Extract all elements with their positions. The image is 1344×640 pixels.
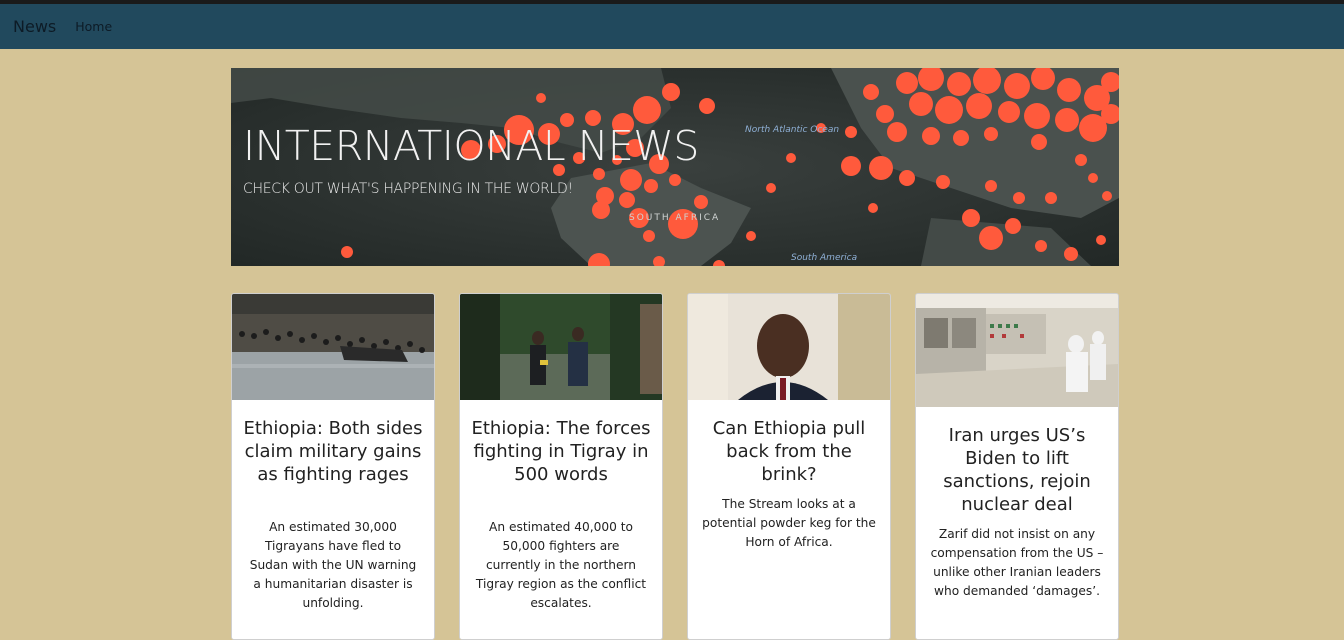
card-title[interactable]: Ethiopia: Both sides claim military gain…: [242, 417, 424, 486]
card-title[interactable]: Ethiopia: The forces fighting in Tigray …: [470, 417, 652, 486]
news-card[interactable]: Iran urges US’s Biden to lift sanctions,…: [915, 293, 1119, 640]
card-body: An estimated 40,000 to 50,000 fighters a…: [475, 520, 647, 610]
card-body: The Stream looks at a potential powder k…: [702, 497, 876, 549]
news-card[interactable]: Ethiopia: The forces fighting in Tigray …: [459, 293, 663, 640]
navbar: News Home: [0, 4, 1344, 49]
card-body: An estimated 30,000 Tigrayans have fled …: [249, 520, 417, 610]
map-label-north-atlantic: North Atlantic Ocean: [745, 125, 839, 135]
hero-title: INTERNATIONAL NEWS: [243, 122, 699, 170]
hero-banner: North Atlantic Ocean SOUTH AFRICA South …: [231, 68, 1119, 266]
card-title[interactable]: Can Ethiopia pull back from the brink?: [698, 417, 880, 486]
card-image-prime-minister: [688, 294, 890, 400]
card-image-officials: [460, 294, 662, 400]
navbar-brand[interactable]: News: [13, 17, 56, 36]
card-title[interactable]: Iran urges US’s Biden to lift sanctions,…: [926, 424, 1108, 516]
news-card[interactable]: Can Ethiopia pull back from the brink? T…: [687, 293, 891, 640]
hero-subtitle: CHECK OUT WHAT'S HAPPENING IN THE WORLD!: [243, 181, 573, 197]
news-card[interactable]: Ethiopia: Both sides claim military gain…: [231, 293, 435, 640]
card-image-nuclear-control-room: [916, 294, 1118, 407]
card-image-refugees-river: [232, 294, 434, 400]
map-label-south-america: South America: [791, 253, 857, 263]
nav-home-link[interactable]: Home: [75, 19, 112, 34]
card-body: Zarif did not insist on any compensation…: [930, 527, 1104, 598]
map-label-south-africa: SOUTH AFRICA: [629, 213, 720, 223]
